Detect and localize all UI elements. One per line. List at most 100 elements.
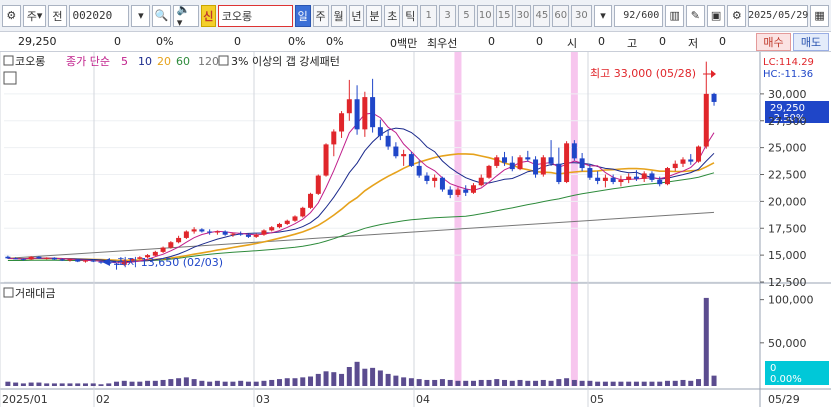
interval-15-button[interactable]: 15	[495, 4, 513, 27]
jeon-button[interactable]: 전	[48, 4, 67, 27]
candle-body	[13, 258, 19, 260]
candle-body	[331, 131, 337, 145]
speaker-icon[interactable]: 🔈▾	[172, 3, 199, 29]
calendar-icon[interactable]: ▦	[810, 4, 829, 27]
volume-bar	[416, 379, 422, 386]
volume-bar	[152, 380, 158, 386]
volume-bar	[633, 381, 639, 386]
volume-bar	[276, 379, 282, 386]
current-volume-pct: 0.00%	[770, 374, 802, 385]
candle-body	[455, 189, 461, 195]
period-month-tab[interactable]: 월	[330, 4, 347, 27]
price-tick-label: 27,500	[768, 115, 807, 128]
candle-body	[214, 231, 220, 233]
volume-bar	[463, 380, 469, 386]
data-count-field[interactable]: 92/600	[614, 4, 664, 27]
settings-icon[interactable]: ⚙	[2, 4, 21, 27]
period-year-tab[interactable]: 년	[348, 4, 365, 27]
search-icon[interactable]: 🔍	[152, 4, 171, 27]
candle-body	[261, 230, 267, 235]
volume-bar	[354, 361, 360, 386]
candle-body	[587, 168, 593, 178]
volume-bar	[129, 381, 135, 386]
candle-body	[269, 227, 275, 231]
volume-bar	[439, 379, 445, 386]
interval-45-button[interactable]: 45	[533, 4, 551, 27]
minute-input[interactable]: 30	[571, 4, 592, 27]
volume-bar	[525, 380, 531, 386]
interval-30-button[interactable]: 30	[514, 4, 532, 27]
candle-body	[222, 231, 228, 235]
candle-body	[657, 179, 663, 185]
candle-body	[595, 177, 601, 181]
volume-bar	[238, 380, 244, 386]
volume-bar	[168, 379, 174, 386]
volume-bar	[517, 379, 523, 386]
high-value: 0	[659, 35, 666, 48]
candle-body	[447, 189, 453, 195]
candle-body	[67, 259, 73, 261]
save-icon[interactable]: ▣	[706, 4, 726, 27]
best-quote-label: 최우선	[427, 37, 458, 50]
interval-5-button[interactable]: 5	[457, 4, 475, 27]
period-second-tab[interactable]: 초	[384, 4, 401, 27]
buy-button[interactable]: 매수	[756, 33, 791, 51]
period-tick-tab[interactable]: 틱	[402, 4, 419, 27]
volume-bar	[5, 381, 11, 386]
candle-body	[160, 247, 166, 252]
price-tick-label: 25,000	[768, 142, 807, 155]
period-week-tab[interactable]: 주	[312, 4, 329, 27]
drawing-tool-icon[interactable]: ✎	[686, 4, 705, 27]
candle-body	[711, 93, 717, 102]
volume-bar	[478, 379, 484, 386]
candle-body	[664, 168, 670, 185]
volume-bar	[36, 382, 42, 386]
sell-button[interactable]: 매도	[793, 33, 829, 51]
price-tick-label: 12,500	[768, 276, 807, 289]
stock-code-value: 002020	[72, 9, 113, 22]
interval-1-button[interactable]: 1	[420, 4, 438, 27]
hc-value: HC:-11.36	[763, 69, 813, 80]
change-percent: 0%	[156, 35, 174, 48]
volume-bar	[548, 380, 554, 386]
stock-chart[interactable]: 코오롱 종가 단순 5 10 20 60 120 3% 이상의 갭 강세패턴 L…	[0, 52, 831, 407]
volume-panel-title: 거래대금	[15, 287, 55, 300]
candle-body	[276, 223, 282, 228]
candle-body	[509, 162, 515, 170]
best-quote-1: 0	[488, 35, 495, 48]
volume-bar	[370, 367, 376, 386]
interval-60-button[interactable]: 60	[552, 4, 570, 27]
chart-type-icon[interactable]: ▥	[665, 4, 685, 27]
volume-bar	[346, 367, 352, 386]
code-dropdown-icon[interactable]: ▾	[131, 4, 151, 27]
ju-button[interactable]: 주 ▾	[22, 4, 47, 27]
interval-3-button[interactable]: 3	[439, 4, 456, 27]
candle-body	[362, 97, 368, 130]
period-minute-tab[interactable]: 분	[366, 4, 383, 27]
volume-bar	[602, 381, 608, 386]
candle-body	[579, 158, 585, 169]
lc-value: LC:114.29	[763, 57, 814, 68]
volume-bar	[455, 380, 461, 386]
gear-icon[interactable]: ⚙	[727, 4, 747, 27]
x-axis-label: 02	[96, 393, 110, 406]
period-day-tab[interactable]: 일	[294, 4, 311, 27]
candle-body	[393, 146, 399, 157]
date-input[interactable]: 2025/05/29	[748, 4, 808, 27]
volume-bar	[28, 382, 34, 386]
low-price-annotation: 최저 13,650 (02/03)	[117, 256, 223, 269]
candle-body	[82, 260, 88, 262]
volume-bar	[618, 381, 624, 386]
candle-body	[610, 177, 616, 183]
interval-10-button[interactable]: 10	[476, 4, 494, 27]
gap-highlight-1	[570, 52, 578, 386]
volume-bar	[13, 382, 19, 386]
minute-dropdown-icon[interactable]: ▾	[593, 4, 613, 27]
candle-body	[176, 237, 182, 243]
volume-bar	[470, 380, 476, 386]
candle-body	[649, 173, 655, 180]
stock-code-input[interactable]: 002020	[68, 4, 130, 27]
candle-body	[680, 159, 686, 164]
x-axis-label: 05/29	[768, 393, 800, 406]
stock-name-field[interactable]: 코오롱	[217, 4, 293, 27]
